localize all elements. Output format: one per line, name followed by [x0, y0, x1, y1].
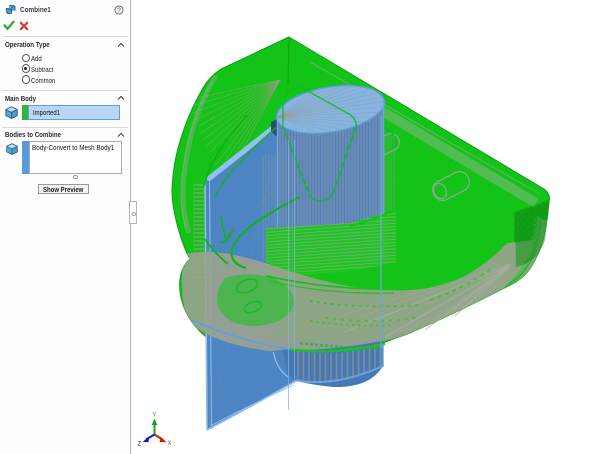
svg-text:X: X [168, 441, 172, 447]
svg-text:Y: Y [152, 413, 156, 419]
svg-text:?: ? [117, 8, 121, 15]
svg-text:Z: Z [138, 442, 142, 448]
